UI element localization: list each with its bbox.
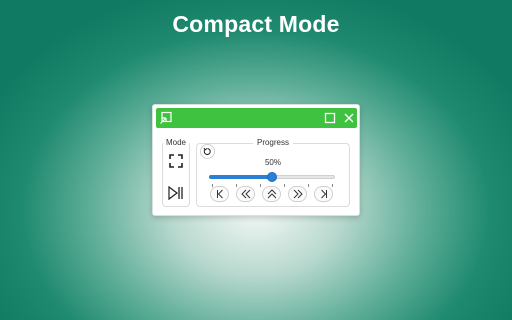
skip-to-end-icon [321,189,327,199]
skip-to-start-icon [217,189,223,199]
rewind-button[interactable] [236,186,255,202]
fullscreen-icon[interactable] [167,152,185,170]
progress-slider[interactable] [209,171,335,187]
collapse-arrow-icon[interactable] [159,111,173,125]
up-button[interactable] [262,186,281,202]
slider-tick [308,184,309,187]
slider-fill [209,175,272,179]
skip-to-start-button[interactable] [210,186,229,202]
slider-tick [332,184,333,187]
page-title: Compact Mode [172,11,340,37]
double-chevron-left-icon [241,189,251,199]
close-icon[interactable] [342,111,356,125]
compact-window: Mode Progress 50% [152,104,360,216]
double-chevron-up-icon [267,189,277,199]
maximize-icon[interactable] [323,111,337,125]
slider-tick [284,184,285,187]
slider-tick [236,184,237,187]
slider-tick [260,184,261,187]
reset-icon [203,147,211,155]
play-pause-icon[interactable] [167,184,185,202]
forward-button[interactable] [288,186,307,202]
mode-label: Mode [163,138,189,147]
double-chevron-right-icon [293,189,303,199]
window-titlebar[interactable] [156,108,357,128]
reset-button[interactable] [200,144,215,159]
progress-percent: 50% [264,158,281,167]
skip-to-end-button[interactable] [314,186,333,202]
progress-label: Progress [253,138,293,147]
slider-thumb[interactable] [267,172,277,182]
